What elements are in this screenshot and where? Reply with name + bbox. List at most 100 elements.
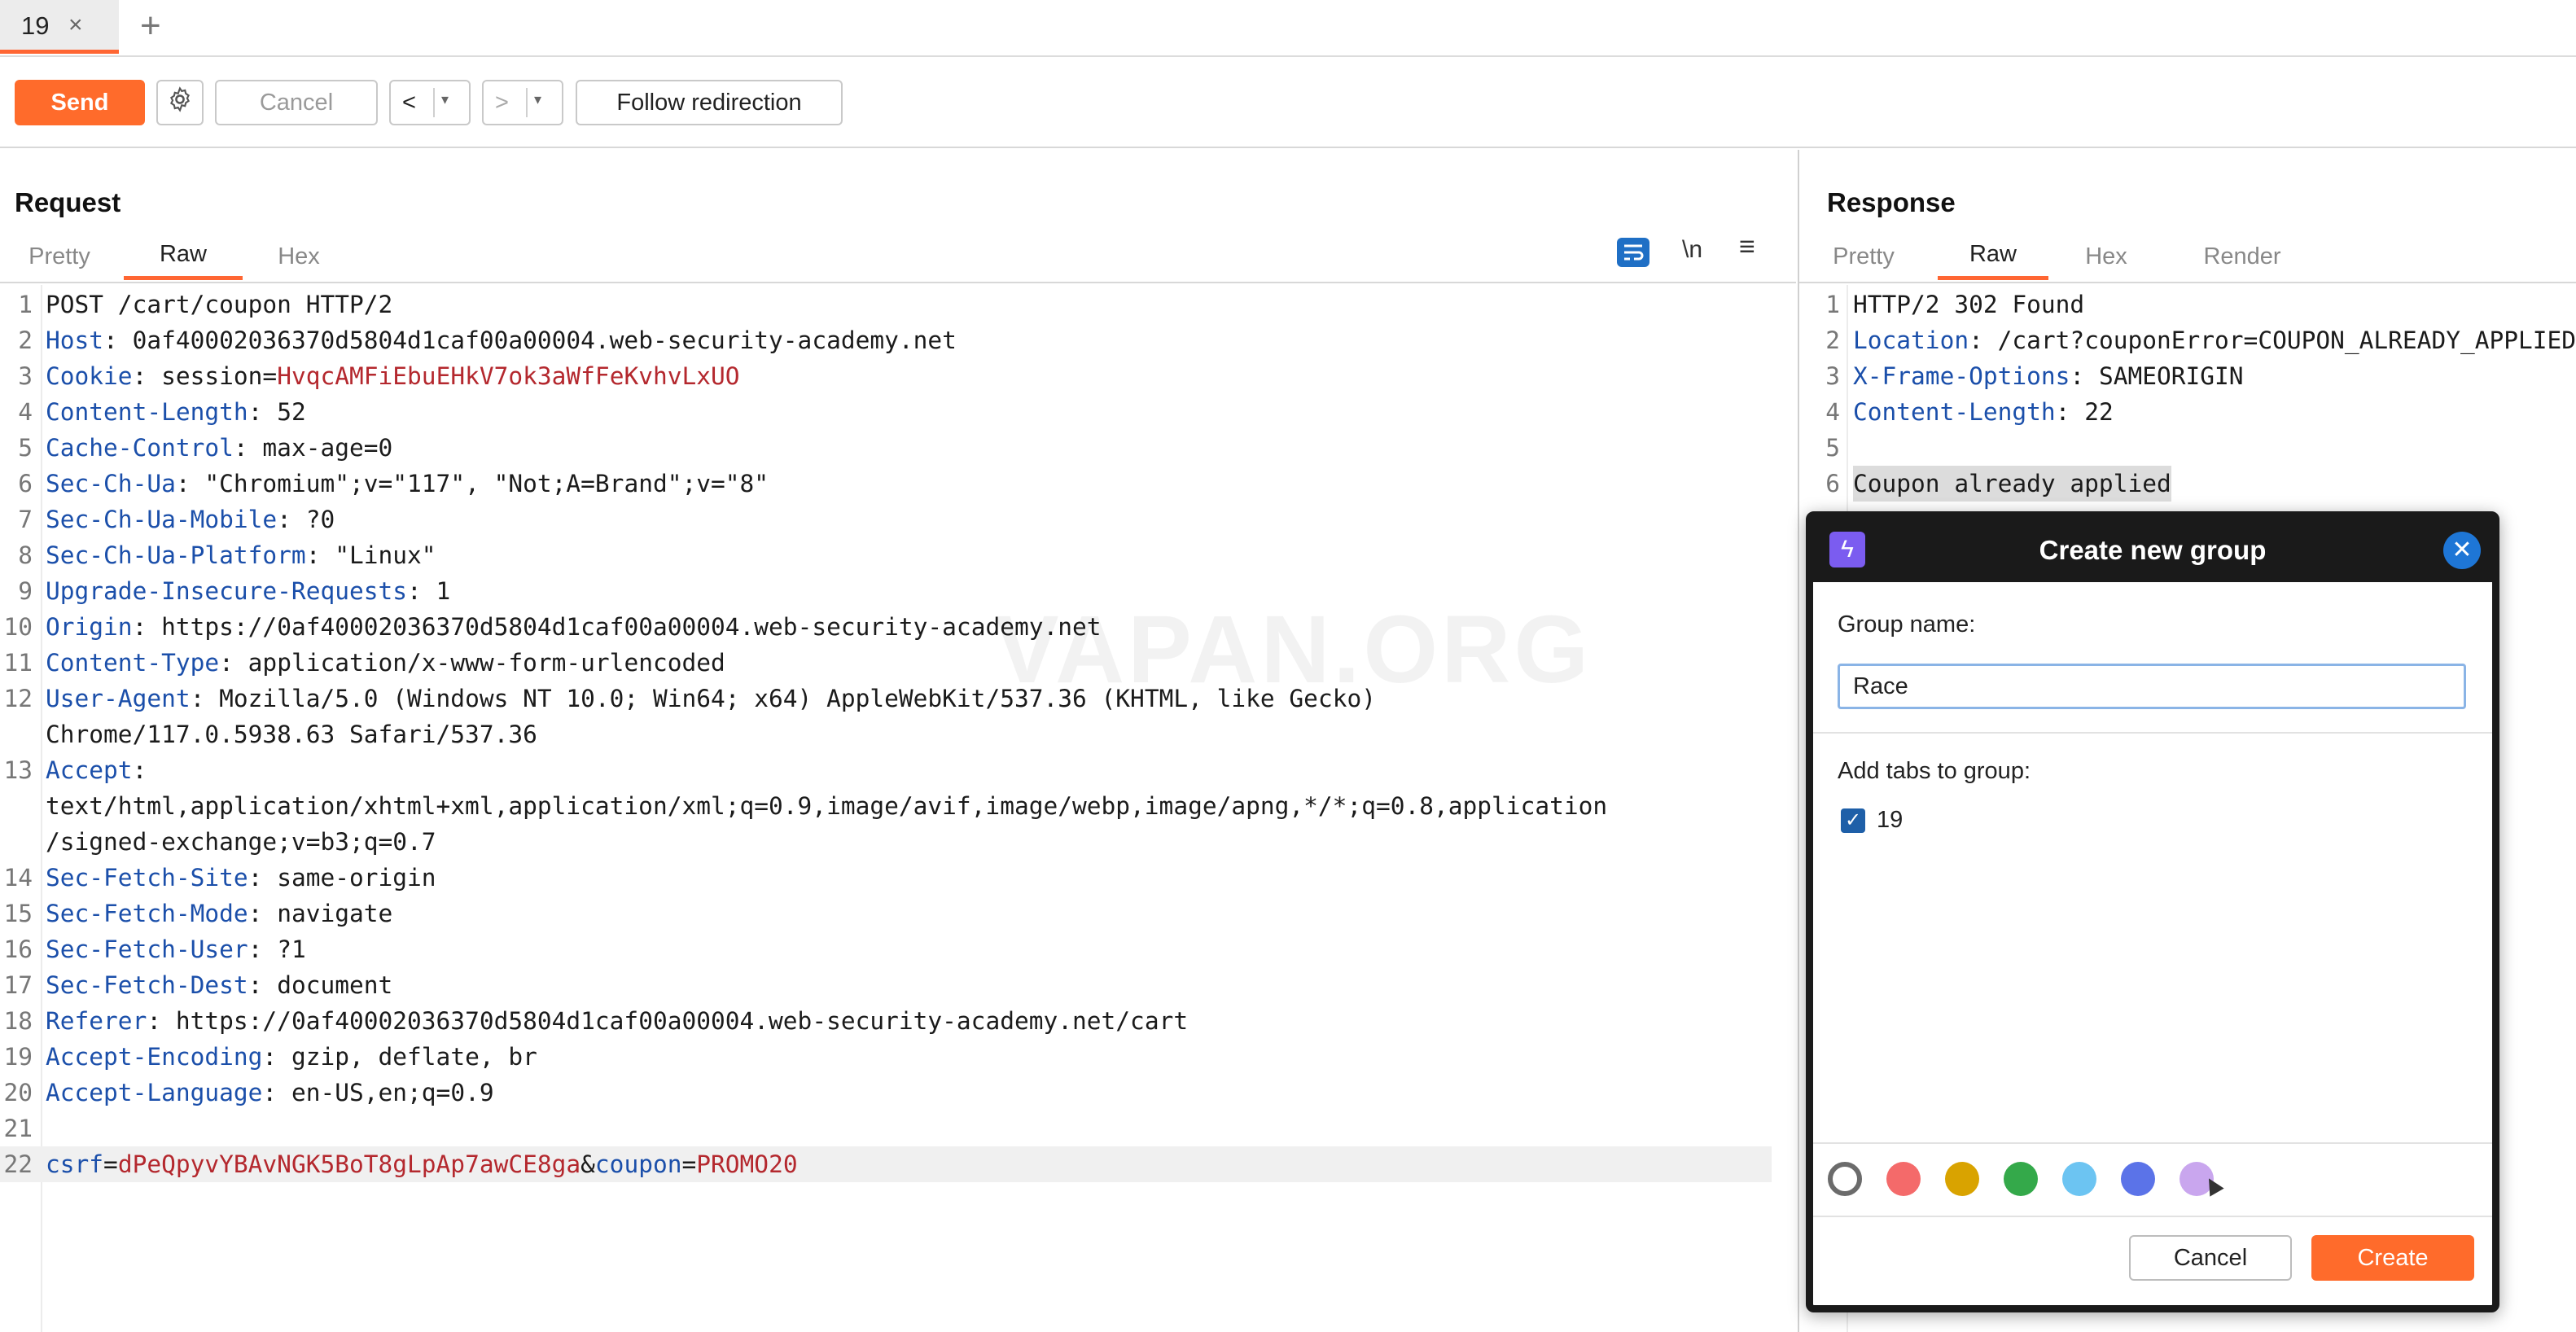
tab-strip: 19 × + xyxy=(0,0,2576,57)
tab-pretty[interactable]: Pretty xyxy=(15,233,104,280)
line-text: Sec-Ch-Ua-Mobile: ?0 xyxy=(46,506,335,533)
cookie-value: HvqcAMFiEbuEHkV7ok3aWfFeKvhvLxUO xyxy=(277,362,740,390)
header-name: Sec-Fetch-Site xyxy=(46,864,248,892)
create-group-dialog: ϟ Create new group ✕ Group name: Add tab… xyxy=(1806,511,2499,1312)
tab-19[interactable]: 19 × xyxy=(0,0,119,54)
cancel-button[interactable]: Cancel xyxy=(2129,1235,2292,1281)
line-number: 19 xyxy=(3,1043,33,1071)
response-editor[interactable]: 1 HTTP/2 302 Found 2 Location: /cart?coupon… xyxy=(1807,287,2576,531)
line-number: 4 xyxy=(18,398,33,426)
line-text: Sec-Ch-Ua-Platform: "Linux" xyxy=(46,541,436,569)
close-icon[interactable]: × xyxy=(68,11,83,39)
header-name: Sec-Fetch-Mode xyxy=(46,900,248,927)
header-name: User-Agent xyxy=(46,685,191,712)
line-text: Accept-Language: en-US,en;q=0.9 xyxy=(46,1079,494,1106)
tab-label: 19 xyxy=(21,11,50,40)
line-number: 11 xyxy=(3,649,33,677)
tab-raw[interactable]: Raw xyxy=(1938,233,2048,280)
tab-hex[interactable]: Hex xyxy=(261,233,337,280)
divider xyxy=(1799,282,2576,283)
request-title: Request xyxy=(15,187,121,217)
chevron-left-icon: < xyxy=(402,89,416,116)
chevron-down-icon[interactable]: ▾ xyxy=(441,91,449,108)
tab-render[interactable]: Render xyxy=(2185,233,2299,280)
tab-raw[interactable]: Raw xyxy=(124,233,243,280)
code-line: 8 Sec-Ch-Ua-Platform: "Linux" xyxy=(0,537,1791,573)
line-number: 4 xyxy=(1825,398,1840,426)
code-line: 17 Sec-Fetch-Dest: document xyxy=(0,967,1791,1003)
line-text: Cookie: session=HvqcAMFiEbuEHkV7ok3aWfFe… xyxy=(46,362,740,390)
color-swatch[interactable] xyxy=(1945,1162,1979,1196)
line-text: Host: 0af40002036370d5804d1caf00a00004.w… xyxy=(46,326,957,354)
newline-toggle-icon[interactable]: \n xyxy=(1682,236,1702,264)
param-name: coupon xyxy=(594,1150,682,1178)
line-number: 22 xyxy=(3,1150,33,1178)
line-number: 16 xyxy=(3,935,33,963)
code-line: 13 Accept: xyxy=(0,752,1791,788)
send-button[interactable]: Send xyxy=(15,80,145,125)
settings-button[interactable] xyxy=(156,80,204,125)
header-name: Origin xyxy=(46,613,133,641)
chevron-right-icon: > xyxy=(495,89,509,116)
code-line: 14 Sec-Fetch-Site: same-origin xyxy=(0,860,1791,896)
header-name: Sec-Fetch-User xyxy=(46,935,248,963)
line-number: 5 xyxy=(1825,434,1840,462)
header-name: Accept-Language xyxy=(46,1079,263,1106)
header-name: Location xyxy=(1853,326,1969,354)
code-line: 3 X-Frame-Options: SAMEORIGIN xyxy=(1807,358,2576,394)
color-swatch-none[interactable] xyxy=(1828,1162,1862,1196)
add-tabs-label: Add tabs to group: xyxy=(1838,758,2031,784)
cancel-button[interactable]: Cancel xyxy=(215,80,378,125)
header-name: Content-Length xyxy=(46,398,248,426)
header-name: X-Frame-Options xyxy=(1853,362,2070,390)
close-icon[interactable]: ✕ xyxy=(2443,532,2481,569)
line-text: Sec-Fetch-Site: same-origin xyxy=(46,864,436,892)
chevron-down-icon[interactable]: ▾ xyxy=(534,91,541,108)
color-swatch[interactable] xyxy=(1886,1162,1921,1196)
code-line: 6 Coupon already applied xyxy=(1807,466,2576,502)
pane-divider[interactable] xyxy=(1798,150,1799,1332)
forward-button[interactable]: > ▾ xyxy=(482,80,563,125)
header-name: Sec-Fetch-Dest xyxy=(46,971,248,999)
tab-pretty[interactable]: Pretty xyxy=(1819,233,1908,280)
group-name-input[interactable] xyxy=(1838,664,2466,709)
request-view-tabs: Pretty Raw Hex xyxy=(0,233,407,282)
word-wrap-icon[interactable] xyxy=(1617,238,1649,267)
color-swatch[interactable] xyxy=(2004,1162,2038,1196)
follow-redirection-button[interactable]: Follow redirection xyxy=(576,80,843,125)
code-line: 2 Host: 0af40002036370d5804d1caf00a00004.… xyxy=(0,322,1791,358)
code-line: 5 xyxy=(1807,430,2576,466)
divider xyxy=(526,88,528,117)
code-line: 1 POST /cart/coupon HTTP/2 xyxy=(0,287,1791,322)
line-number: 17 xyxy=(3,971,33,999)
line-number: 6 xyxy=(18,470,33,497)
header-name: Sec-Ch-Ua-Platform xyxy=(46,541,306,569)
divider xyxy=(1813,732,2492,734)
line-text: Sec-Ch-Ua: "Chromium";v="117", "Not;A=Br… xyxy=(46,470,769,497)
line-text: X-Frame-Options: SAMEORIGIN xyxy=(1853,362,2244,390)
code-line: 5 Cache-Control: max-age=0 xyxy=(0,430,1791,466)
line-text: Chrome/117.0.5938.63 Safari/537.36 xyxy=(46,721,537,748)
color-swatch[interactable] xyxy=(2062,1162,2096,1196)
line-text: Sec-Fetch-Mode: navigate xyxy=(46,900,393,927)
tab-hex[interactable]: Hex xyxy=(2068,233,2144,280)
toolbar: Send Cancel < ▾ > ▾ Follow redirection xyxy=(0,59,2576,148)
param-value: PROMO20 xyxy=(696,1150,798,1178)
menu-icon[interactable]: ≡ xyxy=(1739,231,1755,263)
divider xyxy=(0,282,1796,283)
header-name: Cache-Control xyxy=(46,434,234,462)
line-text: POST /cart/coupon HTTP/2 xyxy=(46,291,393,318)
checkbox-checked-icon[interactable]: ✓ xyxy=(1841,808,1865,833)
line-number: 1 xyxy=(1825,291,1840,318)
color-swatch[interactable] xyxy=(2121,1162,2155,1196)
code-line: 20 Accept-Language: en-US,en;q=0.9 xyxy=(0,1075,1791,1111)
line-number: 14 xyxy=(3,864,33,892)
line-number: 21 xyxy=(3,1115,33,1142)
create-button[interactable]: Create xyxy=(2311,1235,2474,1281)
back-button[interactable]: < ▾ xyxy=(389,80,471,125)
line-text: Coupon already applied xyxy=(1853,466,2171,502)
request-editor[interactable]: 1 POST /cart/coupon HTTP/2 2 Host: 0af40002… xyxy=(0,287,1791,1332)
header-name: Accept-Encoding xyxy=(46,1043,263,1071)
add-tab-button[interactable]: + xyxy=(140,7,161,46)
line-text: Content-Type: application/x-www-form-url… xyxy=(46,649,725,677)
